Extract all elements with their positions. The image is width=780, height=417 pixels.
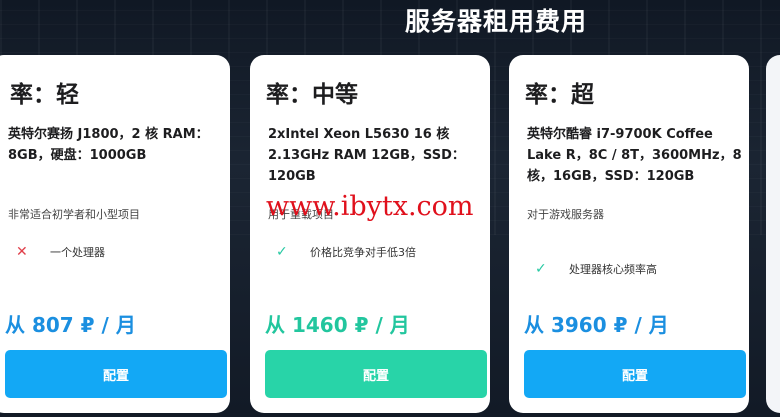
plan-tier-name: 率：轻 [10,82,79,108]
plan-spec: 英特尔赛扬 J1800，2 核 RAM：8GB，硬盘：1000GB [8,127,209,163]
plan-spec: 英特尔酷睿 i7-9700K Coffee Lake R，8C / 8T，360… [527,127,742,184]
plan-description: 非常适合初学者和小型项目 [8,208,140,221]
plan-price: 从 3960 ₽ / 月 [524,313,669,337]
configure-button[interactable]: 配置 [265,350,487,398]
check-icon: ✓ [535,261,547,277]
plan-feature-text: 处理器核心频率高 [569,263,657,276]
plan-feature: ✓ 处理器核心频率高 [535,261,657,277]
plan-price: 从 807 ₽ / 月 [5,313,136,337]
configure-button[interactable]: 配置 [524,350,746,398]
check-icon: ✓ [276,244,288,260]
plan-card-super: 率：超 英特尔酷睿 i7-9700K Coffee Lake R，8C / 8T… [509,55,749,413]
plan-description: 用于重载项目 [268,208,334,221]
plan-description: 对于游戏服务器 [527,208,604,221]
configure-button[interactable]: 配置 [5,350,227,398]
plan-feature-text: 价格比竞争对手低3倍 [310,246,416,259]
plan-feature: ✕ 一个处理器 [16,244,105,260]
plan-tier-name: 率：超 [525,82,594,108]
cross-icon: ✕ [16,244,28,260]
page-title: 服务器租用费用 [405,7,588,36]
plan-spec: 2xIntel Xeon L5630 16 核 2.13GHz RAM 12GB… [268,127,465,184]
plan-price: 从 1460 ₽ / 月 [265,313,410,337]
plan-feature-text: 一个处理器 [50,246,105,259]
plan-card-medium: 率：中等 2xIntel Xeon L5630 16 核 2.13GHz RAM… [250,55,490,413]
plan-card-light: 率：轻 英特尔赛扬 J1800，2 核 RAM：8GB，硬盘：1000GB 非常… [0,55,230,413]
plan-card-next [766,55,780,413]
plan-feature: ✓ 价格比竞争对手低3倍 [276,244,416,260]
plan-tier-name: 率：中等 [266,82,358,108]
